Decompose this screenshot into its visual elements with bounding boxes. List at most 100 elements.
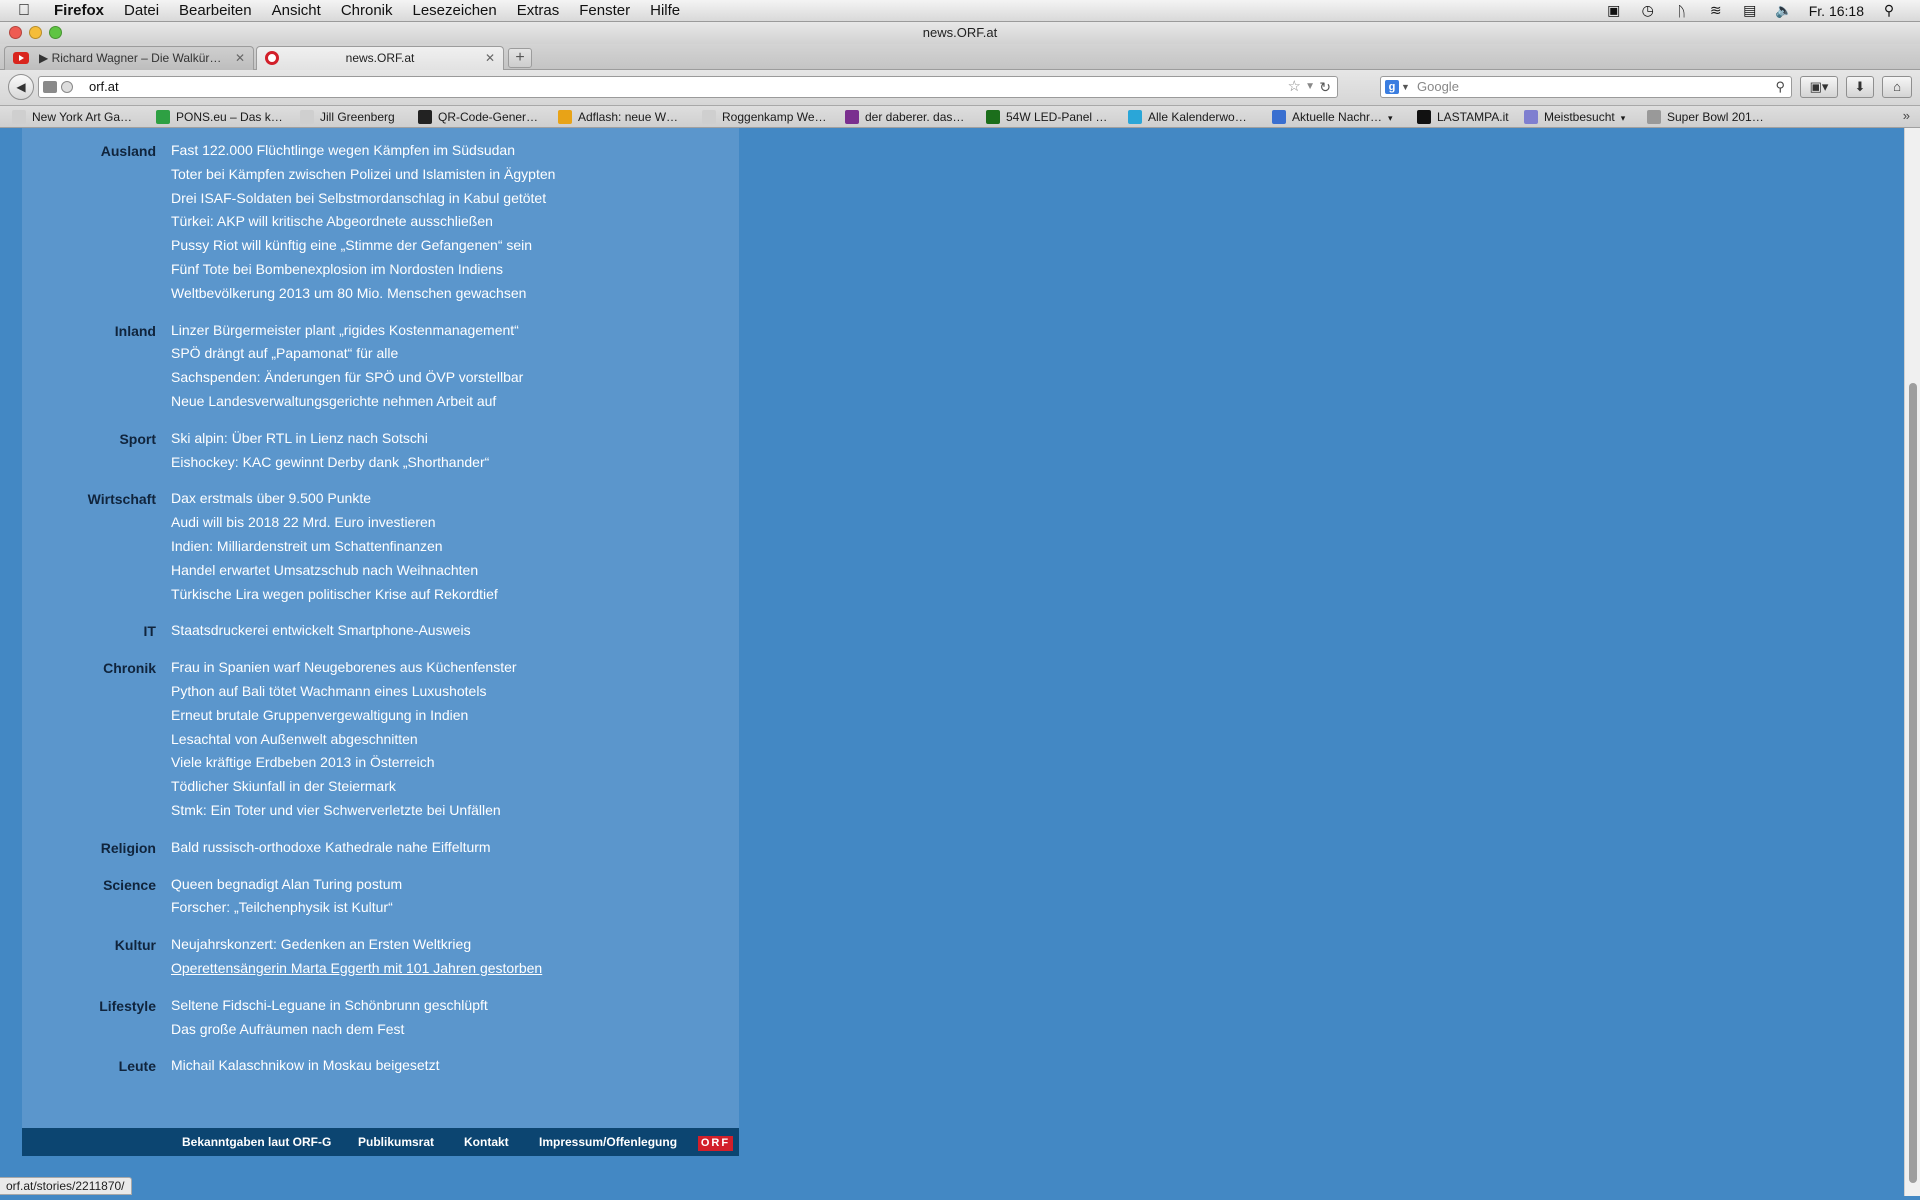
news-headline-link[interactable]: Operettensängerin Marta Eggerth mit 101 … [171, 957, 542, 981]
section-label[interactable]: Wirtschaft [22, 487, 156, 511]
bookmark-item[interactable]: 54W LED-Panel … [986, 109, 1107, 125]
news-headline-link[interactable]: Audi will bis 2018 22 Mrd. Euro investie… [171, 511, 498, 535]
bookmark-item[interactable]: Jill Greenberg [300, 109, 395, 125]
news-headline-link[interactable]: Bald russisch-orthodoxe Kathedrale nahe … [171, 836, 491, 860]
engine-dropdown-icon[interactable]: ▼ [1401, 77, 1410, 97]
news-headline-link[interactable]: Handel erwartet Umsatzschub nach Weihnac… [171, 559, 498, 583]
news-headline-link[interactable]: Eishockey: KAC gewinnt Derby dank „Short… [171, 451, 489, 475]
menu-bearbeiten[interactable]: Bearbeiten [179, 2, 252, 19]
apple-menu-icon[interactable]:  [18, 2, 40, 20]
news-headline-link[interactable]: Frau in Spanien warf Neugeborenes aus Kü… [171, 656, 517, 680]
news-headline-link[interactable]: Forscher: „Teilchenphysik ist Kultur“ [171, 896, 402, 920]
menu-fenster[interactable]: Fenster [579, 2, 630, 19]
bookmark-star-icon[interactable]: ☆ [1288, 77, 1301, 97]
url-bar[interactable]: orf.at ☆ ▼ ↻ [38, 76, 1338, 98]
news-headline-link[interactable]: Linzer Bürgermeister plant „rigides Kost… [171, 319, 523, 343]
footer-link-kontakt[interactable]: Kontakt [464, 1128, 509, 1156]
bookmark-item[interactable]: Aktuelle Nachr… ▾ [1272, 109, 1393, 125]
section-label[interactable]: Science [22, 873, 156, 897]
menu-extras[interactable]: Extras [517, 2, 560, 19]
section-label[interactable]: Sport [22, 427, 156, 451]
bookmark-item[interactable]: Meistbesucht ▾ [1524, 109, 1625, 125]
window-close-button[interactable] [9, 26, 22, 39]
download-button[interactable]: ⬇ [1846, 76, 1874, 98]
news-headline-link[interactable]: Das große Aufräumen nach dem Fest [171, 1018, 488, 1042]
window-zoom-button[interactable] [49, 26, 62, 39]
volume-icon[interactable]: 🔈 [1775, 2, 1793, 19]
site-identity-icon[interactable] [61, 81, 73, 93]
section-label[interactable]: Inland [22, 319, 156, 343]
app-grid-icon[interactable] [43, 81, 57, 93]
news-headline-link[interactable]: Weltbevölkerung 2013 um 80 Mio. Menschen… [171, 282, 555, 306]
footer-link-publikumsrat[interactable]: Publikumsrat [358, 1128, 434, 1156]
news-headline-link[interactable]: SPÖ drängt auf „Papamonat“ für alle [171, 342, 523, 366]
bookmark-item[interactable]: Alle Kalenderwo… [1128, 109, 1247, 125]
menu-lesezeichen[interactable]: Lesezeichen [413, 2, 497, 19]
google-engine-icon[interactable]: g [1385, 80, 1399, 94]
news-headline-link[interactable]: Drei ISAF-Soldaten bei Selbstmordanschla… [171, 187, 555, 211]
bluetooth-icon[interactable]: ᚢ [1673, 3, 1691, 19]
orf-logo[interactable]: ORF [698, 1136, 733, 1151]
news-headline-link[interactable]: Viele kräftige Erdbeben 2013 in Österrei… [171, 751, 517, 775]
bookmark-item[interactable]: PONS.eu – Das k… [156, 109, 283, 125]
new-tab-button[interactable]: + [508, 48, 532, 68]
news-headline-link[interactable]: Lesachtal von Außenwelt abgeschnitten [171, 728, 517, 752]
bookmark-item[interactable]: QR-Code-Gener… [418, 109, 538, 125]
tab-close-icon[interactable]: ✕ [235, 47, 245, 69]
news-headline-link[interactable]: Toter bei Kämpfen zwischen Polizei und I… [171, 163, 555, 187]
bookmarks-overflow-icon[interactable]: » [1903, 108, 1910, 123]
time-machine-icon[interactable]: ◷ [1639, 2, 1657, 19]
footer-link-impressum[interactable]: Impressum/Offenlegung [539, 1128, 677, 1156]
scrollbar-thumb[interactable] [1909, 383, 1917, 1183]
news-headline-link[interactable]: Python auf Bali tötet Wachmann eines Lux… [171, 680, 517, 704]
news-headline-link[interactable]: Dax erstmals über 9.500 Punkte [171, 487, 498, 511]
section-label[interactable]: Leute [22, 1054, 156, 1078]
tab-richard-wagner[interactable]: ▶ Richard Wagner – Die Walkür… ✕ [4, 46, 254, 70]
news-headline-link[interactable]: Fast 122.000 Flüchtlinge wegen Kämpfen i… [171, 139, 555, 163]
bookmark-item[interactable]: LASTAMPA.it [1417, 109, 1509, 125]
url-text[interactable]: orf.at [89, 77, 119, 97]
news-headline-link[interactable]: Michail Kalaschnikow in Moskau beigesetz… [171, 1054, 439, 1078]
search-placeholder[interactable]: Google [1417, 77, 1459, 97]
tab-news-orf[interactable]: news.ORF.at ✕ [256, 46, 504, 70]
footer-link-bekanntgaben[interactable]: Bekanntgaben laut ORF-G [182, 1128, 331, 1156]
bookmark-item[interactable]: der daberer. das… [845, 109, 964, 125]
section-label[interactable]: Kultur [22, 933, 156, 957]
news-headline-link[interactable]: Neue Landesverwaltungsgerichte nehmen Ar… [171, 390, 523, 414]
section-label[interactable]: Ausland [22, 139, 156, 163]
window-minimize-button[interactable] [29, 26, 42, 39]
menu-chronik[interactable]: Chronik [341, 2, 393, 19]
menu-hilfe[interactable]: Hilfe [650, 2, 680, 19]
display-icon[interactable]: ▣ [1605, 2, 1623, 19]
news-headline-link[interactable]: Queen begnadigt Alan Turing postum [171, 873, 402, 897]
news-headline-link[interactable]: Erneut brutale Gruppenvergewaltigung in … [171, 704, 517, 728]
keyboard-icon[interactable]: ▤ [1741, 2, 1759, 19]
bookmark-item[interactable]: Super Bowl 201… [1647, 109, 1764, 125]
bookmark-item[interactable]: Roggenkamp We… [702, 109, 827, 125]
section-label[interactable]: IT [22, 619, 156, 643]
news-headline-link[interactable]: Türkische Lira wegen politischer Krise a… [171, 583, 498, 607]
tab-close-icon[interactable]: ✕ [485, 47, 495, 69]
news-headline-link[interactable]: Seltene Fidschi-Leguane in Schönbrunn ge… [171, 994, 488, 1018]
section-label[interactable]: Religion [22, 836, 156, 860]
search-icon[interactable]: ⚲ [1775, 77, 1785, 97]
news-headline-link[interactable]: Sachspenden: Änderungen für SPÖ und ÖVP … [171, 366, 523, 390]
menu-ansicht[interactable]: Ansicht [272, 2, 321, 19]
reload-icon[interactable]: ↻ [1319, 77, 1331, 97]
screenshot-button[interactable]: ▣▾ [1800, 76, 1838, 98]
wifi-icon[interactable]: ≋ [1707, 2, 1725, 19]
url-history-dropdown-icon[interactable]: ▼ [1305, 77, 1315, 97]
menu-app-firefox[interactable]: Firefox [54, 2, 104, 19]
bookmark-item[interactable]: New York Art Ga… [12, 109, 132, 125]
news-headline-link[interactable]: Neujahrskonzert: Gedenken an Ersten Welt… [171, 933, 542, 957]
menu-datei[interactable]: Datei [124, 2, 159, 19]
news-headline-link[interactable]: Tödlicher Skiunfall in der Steiermark [171, 775, 517, 799]
news-headline-link[interactable]: Indien: Milliardenstreit um Schattenfina… [171, 535, 498, 559]
vertical-scrollbar[interactable] [1904, 128, 1920, 1196]
bookmark-item[interactable]: Adflash: neue W… [558, 109, 678, 125]
news-headline-link[interactable]: Pussy Riot will künftig eine „Stimme der… [171, 234, 555, 258]
home-button[interactable]: ⌂ [1882, 76, 1912, 98]
section-label[interactable]: Chronik [22, 656, 156, 680]
news-headline-link[interactable]: Stmk: Ein Toter und vier Schwerverletzte… [171, 799, 517, 823]
news-headline-link[interactable]: Fünf Tote bei Bombenexplosion im Nordost… [171, 258, 555, 282]
